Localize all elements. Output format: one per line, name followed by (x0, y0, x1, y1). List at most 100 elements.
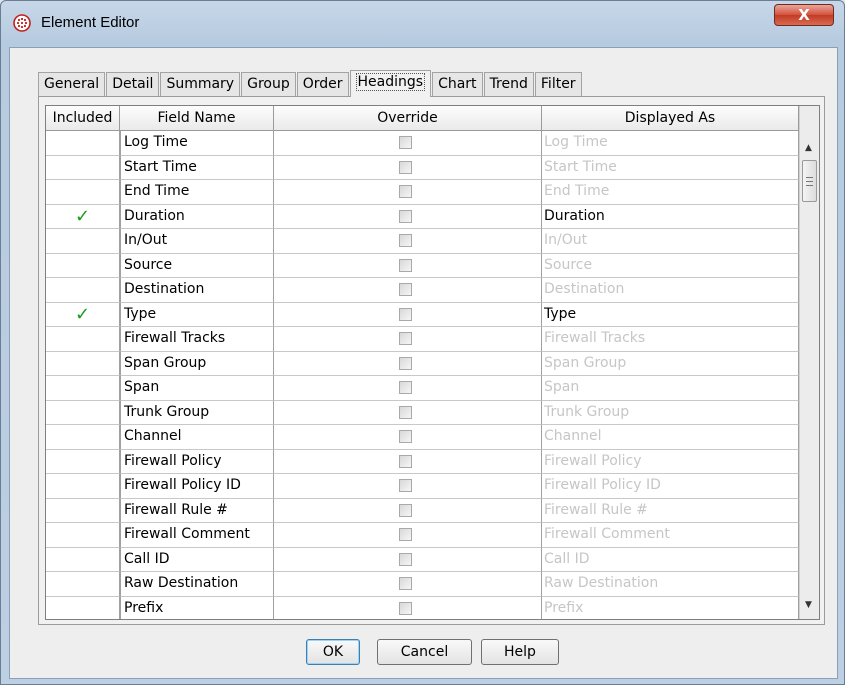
displayed-as-cell[interactable]: Span (542, 376, 799, 401)
included-cell[interactable] (46, 131, 120, 156)
table-row[interactable]: Log Time Log Time (46, 131, 799, 156)
included-cell[interactable] (46, 376, 120, 401)
column-header-override[interactable]: Override (274, 106, 542, 131)
table-row[interactable]: Destination Destination (46, 278, 799, 303)
override-checkbox[interactable] (399, 356, 412, 370)
table-row[interactable]: ✓ Duration Duration (46, 204, 799, 229)
displayed-as-cell[interactable]: End Time (542, 180, 799, 205)
displayed-as-cell[interactable]: Log Time (542, 131, 799, 156)
displayed-as-cell[interactable]: Firewall Policy (542, 449, 799, 474)
column-header-displayed-as[interactable]: Displayed As (542, 106, 799, 131)
table-row[interactable]: Firewall Comment Firewall Comment (46, 523, 799, 548)
table-row[interactable]: ✓ Type Type (46, 302, 799, 327)
displayed-as-cell[interactable]: Call ID (542, 547, 799, 572)
help-button[interactable]: Help (481, 639, 559, 665)
column-header-field-name[interactable]: Field Name (120, 106, 274, 131)
included-cell[interactable] (46, 180, 120, 205)
included-cell[interactable] (46, 474, 120, 499)
table-row[interactable]: Trunk Group Trunk Group (46, 400, 799, 425)
override-checkbox[interactable] (399, 430, 412, 443)
override-checkbox[interactable] (399, 601, 412, 615)
table-row[interactable]: Source Source (46, 253, 799, 278)
override-checkbox[interactable] (399, 454, 412, 468)
tab-summary[interactable]: Summary (160, 72, 241, 96)
tab-chart[interactable]: Chart (432, 72, 483, 96)
table-row[interactable]: Start Time Start Time (46, 155, 799, 180)
displayed-as-cell[interactable]: Prefix (542, 596, 799, 619)
displayed-as-cell[interactable]: Source (542, 253, 799, 278)
ok-button[interactable]: OK (306, 639, 360, 665)
tab-trend[interactable]: Trend (483, 72, 534, 96)
override-checkbox[interactable] (399, 234, 412, 247)
vertical-scrollbar[interactable]: ▲ ▼ (799, 106, 819, 619)
override-checkbox[interactable] (399, 381, 412, 394)
override-checkbox[interactable] (399, 577, 412, 590)
table-row[interactable]: Firewall Tracks Firewall Tracks (46, 327, 799, 352)
table-row[interactable]: Raw Destination Raw Destination (46, 572, 799, 597)
close-button[interactable]: X (774, 4, 834, 26)
override-checkbox[interactable] (399, 503, 412, 517)
included-cell[interactable] (46, 327, 120, 352)
tab-general[interactable]: General (38, 72, 106, 96)
included-cell[interactable] (46, 572, 120, 597)
included-cell[interactable] (46, 155, 120, 180)
displayed-as-cell[interactable]: Start Time (542, 155, 799, 180)
tab-detail[interactable]: Detail (106, 72, 160, 96)
table-row[interactable]: In/Out In/Out (46, 229, 799, 254)
displayed-as-cell[interactable]: Duration (542, 204, 799, 229)
table-row[interactable]: Span Group Span Group (46, 351, 799, 376)
displayed-as-cell[interactable]: In/Out (542, 229, 799, 254)
override-checkbox[interactable] (399, 283, 412, 296)
included-cell[interactable] (46, 400, 120, 425)
included-cell[interactable] (46, 498, 120, 523)
displayed-as-cell[interactable]: Destination (542, 278, 799, 303)
table-row[interactable]: Firewall Rule # Firewall Rule # (46, 498, 799, 523)
tab-filter[interactable]: Filter (534, 72, 582, 96)
table-row[interactable]: Channel Channel (46, 425, 799, 450)
tab-headings[interactable]: Headings (349, 70, 432, 97)
included-cell[interactable] (46, 229, 120, 254)
included-cell[interactable] (46, 449, 120, 474)
included-cell[interactable] (46, 351, 120, 376)
override-checkbox[interactable] (399, 479, 412, 492)
included-cell[interactable]: ✓ (46, 302, 120, 327)
table-row[interactable]: Firewall Policy ID Firewall Policy ID (46, 474, 799, 499)
scroll-thumb[interactable] (802, 160, 817, 202)
tab-group[interactable]: Group (241, 72, 296, 96)
override-checkbox[interactable] (399, 136, 412, 149)
override-checkbox[interactable] (399, 160, 412, 174)
displayed-as-cell[interactable]: Firewall Comment (542, 523, 799, 548)
tab-order[interactable]: Order (296, 72, 349, 96)
displayed-as-cell[interactable]: Firewall Rule # (542, 498, 799, 523)
override-checkbox[interactable] (399, 552, 412, 566)
displayed-as-cell[interactable]: Raw Destination (542, 572, 799, 597)
column-header-included[interactable]: Included (46, 106, 120, 131)
displayed-as-cell[interactable]: Firewall Tracks (542, 327, 799, 352)
table-row[interactable]: End Time End Time (46, 180, 799, 205)
cancel-button[interactable]: Cancel (377, 639, 472, 665)
override-checkbox[interactable] (399, 528, 412, 541)
override-checkbox[interactable] (399, 405, 412, 419)
displayed-as-cell[interactable]: Channel (542, 425, 799, 450)
table-row[interactable]: Call ID Call ID (46, 547, 799, 572)
displayed-as-cell[interactable]: Span Group (542, 351, 799, 376)
displayed-as-cell[interactable]: Trunk Group (542, 400, 799, 425)
override-checkbox[interactable] (399, 209, 412, 223)
override-checkbox[interactable] (399, 332, 412, 345)
included-cell[interactable] (46, 523, 120, 548)
override-checkbox[interactable] (399, 258, 412, 272)
table-row[interactable]: Firewall Policy Firewall Policy (46, 449, 799, 474)
included-cell[interactable] (46, 253, 120, 278)
table-row[interactable]: Span Span (46, 376, 799, 401)
included-cell[interactable] (46, 547, 120, 572)
displayed-as-cell[interactable]: Type (542, 302, 799, 327)
displayed-as-cell[interactable]: Firewall Policy ID (542, 474, 799, 499)
included-cell[interactable] (46, 425, 120, 450)
included-cell[interactable] (46, 596, 120, 619)
scroll-up-arrow-icon[interactable]: ▲ (805, 143, 812, 153)
included-cell[interactable] (46, 278, 120, 303)
scroll-down-arrow-icon[interactable]: ▼ (805, 600, 812, 610)
override-checkbox[interactable] (399, 185, 412, 198)
table-row[interactable]: Prefix Prefix (46, 596, 799, 619)
included-cell[interactable]: ✓ (46, 204, 120, 229)
